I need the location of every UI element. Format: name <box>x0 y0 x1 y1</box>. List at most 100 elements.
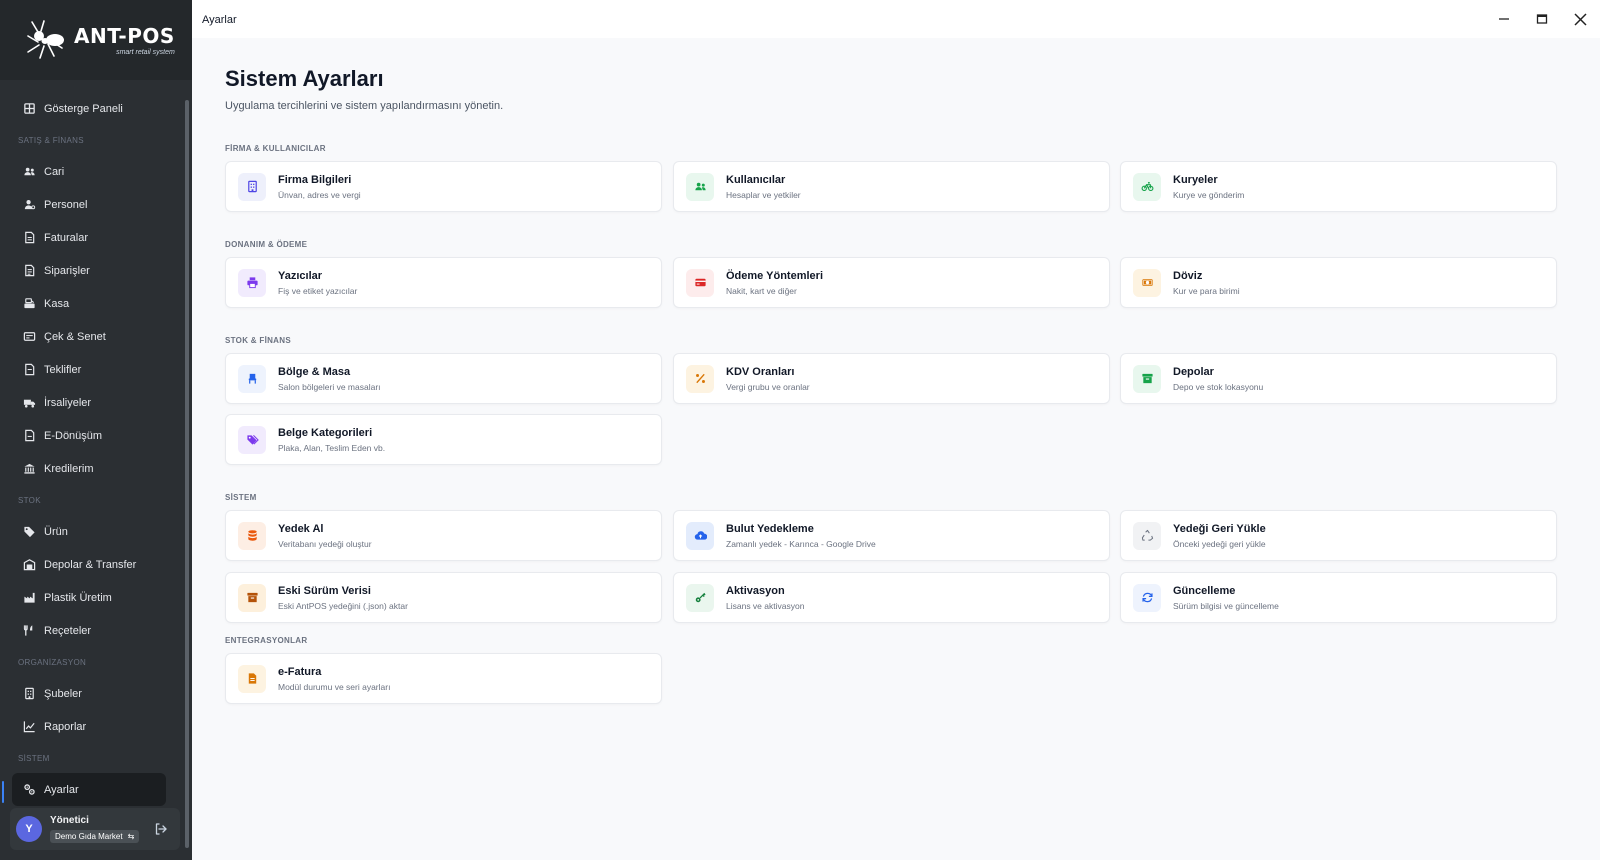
users-icon <box>22 165 36 179</box>
settings-card[interactable]: Belge Kategorileri Plaka, Alan, Teslim Ed… <box>225 414 662 465</box>
store-switcher[interactable]: Demo Gıda Market ⇆ <box>50 829 140 843</box>
sidebar-item[interactable]: Depolar & Transfer <box>0 548 184 581</box>
section-label: SİSTEM <box>225 493 257 502</box>
card-title: Bulut Yedekleme <box>726 522 814 535</box>
nav-section-label: SATIŞ & FİNANS <box>18 136 84 145</box>
offer-icon <box>22 363 36 377</box>
card-title: KDV Oranları <box>726 365 795 378</box>
sidebar-item-label: Depolar & Transfer <box>44 558 137 571</box>
sidebar-item[interactable]: İrsaliyeler <box>0 386 184 419</box>
building-icon <box>22 687 36 701</box>
database-icon <box>238 521 266 550</box>
avatar[interactable]: Y <box>16 816 42 842</box>
settings-card[interactable]: Eski Sürüm Verisi Eski AntPOS yedeğini (.… <box>225 572 662 623</box>
file-invoice-icon <box>238 664 266 693</box>
section-label: FİRMA & KULLANICILAR <box>225 144 326 153</box>
settings-card[interactable]: Bölge & Masa Salon bölgeleri ve masaları <box>225 353 662 404</box>
money-bill-icon <box>1133 268 1161 297</box>
recycle-icon <box>1133 521 1161 550</box>
card-subtitle: Eski AntPOS yedeğini (.json) aktar <box>278 600 408 611</box>
card-subtitle: Kurye ve gönderim <box>1173 189 1245 200</box>
sidebar-item[interactable]: Gösterge Paneli <box>0 92 184 125</box>
settings-card[interactable]: Yedek Al Veritabanı yedeği oluştur <box>225 510 662 561</box>
sidebar-item[interactable]: Plastik Üretim <box>0 581 184 614</box>
logout-icon[interactable] <box>154 822 168 836</box>
close-button[interactable] <box>1572 11 1588 27</box>
percent-icon <box>686 364 714 393</box>
sidebar-item[interactable]: Ürün <box>0 515 184 548</box>
sidebar-item-label: Ayarlar <box>44 783 79 796</box>
refresh-icon <box>1133 583 1161 612</box>
card-title: Güncelleme <box>1173 584 1236 597</box>
card-title: Kullanıcılar <box>726 173 786 186</box>
sidebar-item[interactable]: Reçeteler <box>0 614 184 647</box>
maximize-button[interactable] <box>1534 11 1550 27</box>
card-subtitle: Hesaplar ve yetkiler <box>726 189 801 200</box>
nav-section-label: SİSTEM <box>18 754 50 763</box>
sidebar-item[interactable]: Teklifler <box>0 353 184 386</box>
settings-icon <box>22 783 36 797</box>
card-title: Eski Sürüm Verisi <box>278 584 371 597</box>
factory-icon <box>22 591 36 605</box>
logo-title: ANT-POS <box>74 24 175 48</box>
logo-subtitle: smart retail system <box>116 49 175 56</box>
user-panel[interactable]: Y Yönetici Demo Gıda Market ⇆ <box>10 808 180 850</box>
sidebar-item-label: Çek & Senet <box>44 330 106 343</box>
card-title: Ödeme Yöntemleri <box>726 269 823 282</box>
settings-card[interactable]: Kullanıcılar Hesaplar ve yetkiler <box>673 161 1110 212</box>
sidebar-item-label: Gösterge Paneli <box>44 102 123 115</box>
cloud-upload-icon <box>686 521 714 550</box>
card-subtitle: Depo ve stok lokasyonu <box>1173 381 1264 392</box>
settings-card[interactable]: Güncelleme Sürüm bilgisi ve güncelleme <box>1120 572 1557 623</box>
card-title: Yedeği Geri Yükle <box>1173 522 1266 535</box>
settings-card[interactable]: Yedeği Geri Yükle Önceki yedeği geri yükl… <box>1120 510 1557 561</box>
sidebar-item[interactable]: E-Dönüşüm <box>0 419 184 452</box>
settings-card[interactable]: KDV Oranları Vergi grubu ve oranlar <box>673 353 1110 404</box>
maximize-icon <box>1536 14 1548 24</box>
card-subtitle: Modül durumu ve seri ayarları <box>278 681 391 692</box>
settings-card[interactable]: e-Fatura Modül durumu ve seri ayarları <box>225 653 662 704</box>
building-icon <box>238 172 266 201</box>
settings-card[interactable]: Yazıcılar Fiş ve etiket yazıcılar <box>225 257 662 308</box>
sidebar-item[interactable]: Kasa <box>0 287 184 320</box>
sidebar-item[interactable]: Faturalar <box>0 221 184 254</box>
logo: ANT-POS smart retail system <box>0 0 192 80</box>
settings-card[interactable]: Ödeme Yöntemleri Nakit, kart ve diğer <box>673 257 1110 308</box>
settings-card[interactable]: Aktivasyon Lisans ve aktivasyon <box>673 572 1110 623</box>
card-subtitle: Plaka, Alan, Teslim Eden vb. <box>278 442 386 453</box>
sidebar-scrollbar[interactable] <box>185 100 189 848</box>
printer-icon <box>238 268 266 297</box>
card-title: Firma Bilgileri <box>278 173 352 186</box>
sidebar-nav: Gösterge Paneli SATIŞ & FİNANS Cari Persone… <box>0 92 184 806</box>
settings-card[interactable]: Firma Bilgileri Ünvan, adres ve vergi <box>225 161 662 212</box>
chart-line-icon <box>22 720 36 734</box>
settings-card[interactable]: Döviz Kur ve para birimi <box>1120 257 1557 308</box>
sidebar-item[interactable]: Siparişler <box>0 254 184 287</box>
settings-card[interactable]: Kuryeler Kurye ve gönderim <box>1120 161 1557 212</box>
sidebar-item[interactable]: Raporlar <box>0 710 184 743</box>
section-label: ENTEGRASYONLAR <box>225 636 308 645</box>
sidebar-item[interactable]: Şubeler <box>0 677 184 710</box>
sidebar-item[interactable]: Kredilerim <box>0 452 184 485</box>
sidebar-item-label: Cari <box>44 165 65 178</box>
settings-card[interactable]: Depolar Depo ve stok lokasyonu <box>1120 353 1557 404</box>
card-title: Döviz <box>1173 269 1203 282</box>
minimize-button[interactable] <box>1496 11 1512 27</box>
sidebar-item-label: Teklifler <box>44 363 82 376</box>
credit-card-icon <box>686 268 714 297</box>
card-subtitle: Salon bölgeleri ve masaları <box>278 381 381 392</box>
sidebar-item-label: Faturalar <box>44 231 89 244</box>
bank-icon <box>22 462 36 476</box>
invoice-icon <box>22 231 36 245</box>
utensils-icon <box>22 624 36 638</box>
user-name: Yönetici <box>50 814 89 826</box>
order-icon <box>22 264 36 278</box>
sidebar-item[interactable]: Personel <box>0 188 184 221</box>
ant-logo-icon <box>27 20 64 59</box>
sidebar-item[interactable]: Cari <box>0 155 184 188</box>
sidebar-item[interactable]: Ayarlar <box>12 773 166 806</box>
settings-card[interactable]: Bulut Yedekleme Zamanlı yedek - Karınca -… <box>673 510 1110 561</box>
page-subtitle: Uygulama tercihlerini ve sistem yapıland… <box>225 100 504 112</box>
minimize-icon <box>1499 18 1509 20</box>
sidebar-item[interactable]: Çek & Senet <box>0 320 184 353</box>
